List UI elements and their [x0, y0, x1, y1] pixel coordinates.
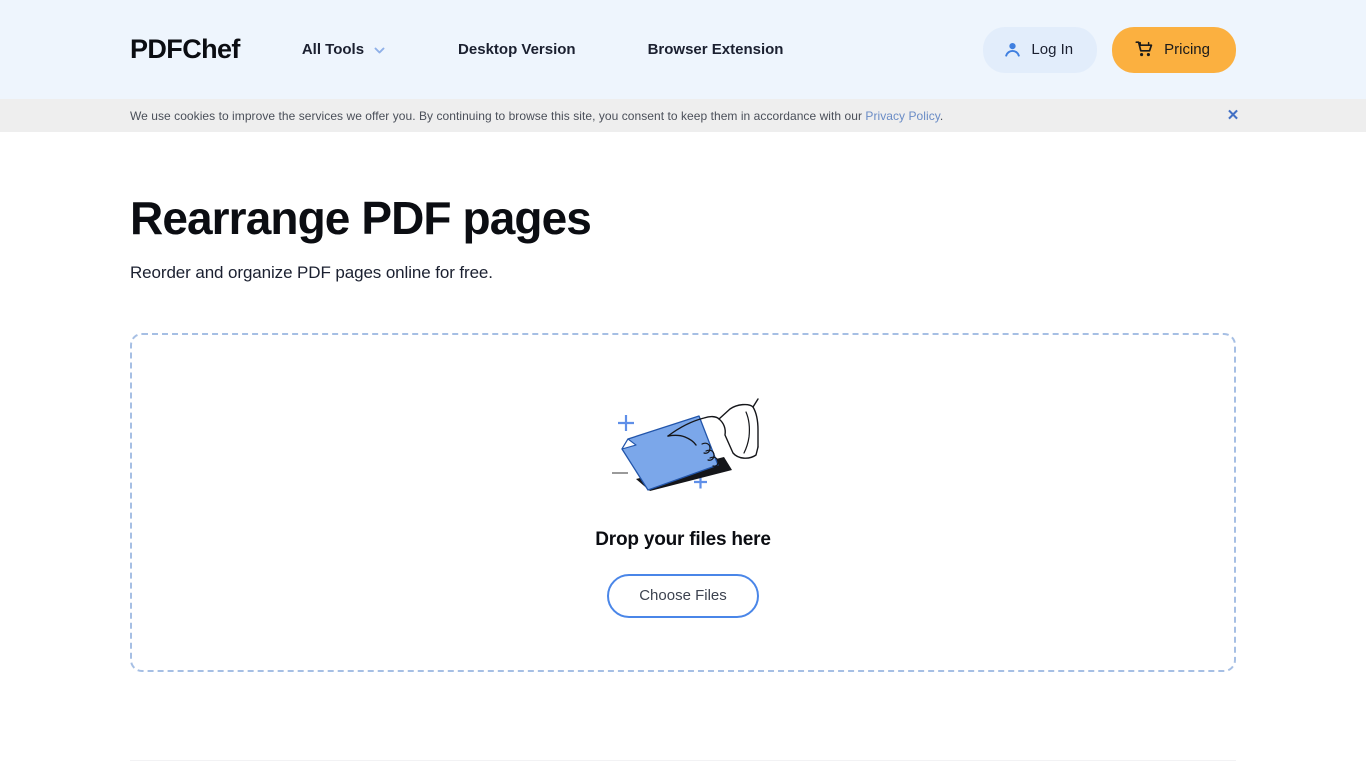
header-actions: Log In Pricing	[983, 26, 1236, 73]
chevron-down-icon	[373, 44, 386, 57]
cart-icon	[1134, 40, 1154, 59]
nav-item-all-tools[interactable]: All Tools	[302, 35, 386, 64]
main-navigation: All Tools Desktop Version Browser Extens…	[302, 35, 784, 64]
privacy-policy-link[interactable]: Privacy Policy	[865, 109, 940, 123]
pricing-label: Pricing	[1164, 41, 1210, 58]
page-title: Rearrange PDF pages	[130, 192, 592, 244]
nav-item-label: All Tools	[301, 41, 365, 58]
nav-item-label: Desktop Version	[458, 41, 576, 58]
choose-files-button[interactable]: Choose Files	[607, 573, 759, 618]
cookie-text: We use cookies to improve the services w…	[130, 109, 943, 123]
dropzone-title: Drop your files here	[595, 528, 771, 550]
nav-item-browser-extension[interactable]: Browser Extension	[648, 35, 784, 64]
site-logo[interactable]: PDFChef	[130, 36, 240, 63]
footer-divider	[130, 760, 1236, 761]
page-subtitle: Reorder and organize PDF pages online fo…	[130, 262, 493, 282]
log-in-button[interactable]: Log In	[983, 26, 1098, 73]
nav-item-desktop-version[interactable]: Desktop Version	[458, 35, 576, 64]
site-header: PDFChef All Tools Desktop Version Browse…	[0, 0, 1366, 99]
close-icon[interactable]: ✕	[1224, 107, 1242, 125]
person-icon	[1003, 40, 1022, 59]
hand-dragging-document-illustration	[606, 387, 766, 507]
pricing-button[interactable]: Pricing	[1112, 26, 1236, 73]
nav-item-label: Browser Extension	[647, 41, 784, 58]
cookie-consent-banner: We use cookies to improve the services w…	[0, 99, 1366, 132]
file-dropzone[interactable]: Drop your files here Choose Files	[130, 332, 1236, 672]
cookie-text-after: .	[939, 108, 944, 123]
log-in-label: Log In	[1031, 41, 1074, 58]
cookie-text-before: We use cookies to improve the services w…	[130, 108, 866, 123]
main-content: Rearrange PDF pages Reorder and organize…	[0, 193, 1366, 672]
